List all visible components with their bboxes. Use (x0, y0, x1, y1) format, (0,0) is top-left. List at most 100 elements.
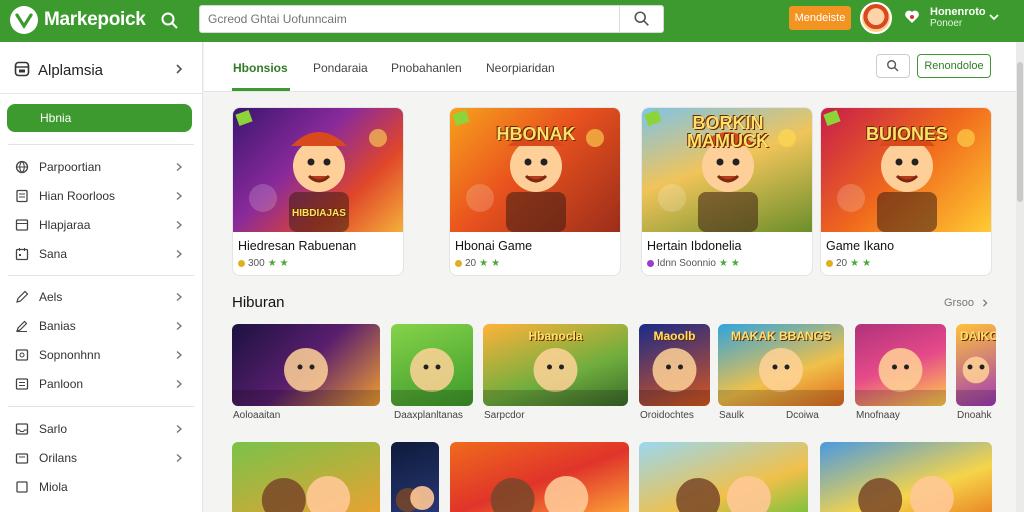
game-label[interactable]: Oroidochtes (640, 410, 694, 421)
game-art-image (676, 476, 771, 512)
sidebar-item[interactable]: Sarlo (0, 416, 203, 442)
rating-value: Idnn Soonnio (657, 258, 716, 269)
tab-bar: Hbonsios Pondaraia Pnobahanlen Neorpiari… (204, 42, 1024, 92)
star-icon: ★ (279, 258, 289, 269)
sidebar-item-label: Sarlo (39, 422, 68, 436)
cta-button[interactable]: Renondoloe (917, 54, 991, 78)
image-icon (15, 349, 29, 361)
chevron-right-icon[interactable] (174, 63, 184, 75)
game-title: Hbonai Game (455, 239, 533, 253)
featured-game-card[interactable]: BORKIN MAMUCK Hertain Ibdonelia Idnn Soo… (641, 107, 813, 276)
game-label[interactable]: Sarpcdor (484, 410, 525, 421)
game-art-title: BORKIN MAMUCK (687, 113, 769, 151)
sidebar-item-label: Banias (39, 319, 76, 333)
scrollbar-thumb[interactable] (1017, 62, 1023, 202)
game-thumbnail-small[interactable]: DAIKCR (956, 324, 996, 406)
sidebar-item[interactable]: Panloon (0, 371, 203, 397)
game-thumbnail[interactable]: BUIONES (821, 108, 991, 232)
sidebar-item[interactable]: Orilans (0, 445, 203, 471)
sidebar-item[interactable]: Aels (0, 284, 203, 310)
game-thumbnail[interactable]: BORKIN MAMUCK (642, 108, 812, 232)
chevron-down-icon[interactable] (988, 12, 1000, 22)
avatar[interactable] (860, 2, 892, 34)
rating-dot (826, 260, 833, 267)
game-thumbnail-small[interactable] (232, 324, 380, 406)
logo[interactable]: Markepoick (10, 6, 146, 34)
user-name[interactable]: Honenroto (930, 6, 986, 18)
folder-icon (15, 453, 29, 464)
edit-icon (16, 320, 28, 332)
rating-dot (238, 260, 245, 267)
inbox-icon (15, 423, 29, 435)
game-thumbnail-small[interactable]: Hbanocla (483, 324, 628, 406)
game-label[interactable]: Saulk (719, 410, 744, 421)
chevron-right-icon (176, 379, 183, 389)
sidebar-item-active[interactable]: Hbnia (7, 104, 192, 132)
sidebar-item[interactable]: Banias (0, 313, 203, 339)
game-label[interactable]: Mnofnaay (856, 410, 900, 421)
game-label[interactable]: Dcoiwa (786, 410, 819, 421)
sidebar-item-label: Hlapjaraa (39, 218, 91, 232)
chevron-right-icon (176, 162, 183, 172)
sidebar-divider (8, 406, 194, 407)
search-input[interactable] (208, 9, 618, 29)
game-meta: 300 ★ ★ (238, 258, 289, 269)
game-label[interactable]: Daaxplanltanas (394, 410, 463, 421)
sidebar-item[interactable]: Hian Roorloos (0, 183, 203, 209)
chevron-right-icon (176, 220, 183, 230)
featured-game-card[interactable]: BUIONES Game Ikano 20 ★ ★ (820, 107, 992, 276)
sidebar: Alplamsia Hbnia Parpoortian Hian Roorloos… (0, 42, 203, 512)
section-title: Hiburan (232, 294, 285, 311)
menu-icon (15, 378, 29, 390)
sidebar-divider (8, 275, 194, 276)
tab-neorpiaridan[interactable]: Neorpiaridan (486, 61, 555, 75)
tab-hbonsios[interactable]: Hbonsios (233, 61, 288, 75)
game-thumbnail[interactable]: HIBDIAJAS (233, 108, 403, 232)
user-subtitle: Ponoer (930, 18, 963, 29)
game-thumbnail-bottom[interactable] (450, 442, 629, 512)
sidebar-item-label: Miola (39, 480, 68, 494)
game-label[interactable]: Aoloaaitan (233, 410, 280, 421)
game-thumbnail-bottom[interactable] (639, 442, 808, 512)
game-thumbnail-small[interactable]: Maoolb (639, 324, 710, 406)
chevron-right-icon[interactable] (981, 298, 989, 308)
see-all-link[interactable]: Grsoo (944, 297, 974, 309)
sidebar-item-label: Panloon (39, 377, 84, 391)
sidebar-item[interactable]: Miola (0, 474, 203, 500)
sidebar-item-label: Aels (39, 290, 63, 304)
rating-dot (455, 260, 462, 267)
game-thumbnail[interactable]: HBONAK (450, 108, 620, 232)
chevron-right-icon (176, 191, 183, 201)
game-art-image (490, 476, 589, 512)
star-icon: ★ (850, 258, 860, 269)
search-icon[interactable] (160, 11, 180, 31)
sidebar-item[interactable]: Sopnonhnn (0, 342, 203, 368)
rating-value: 20 (465, 258, 477, 269)
promo-button[interactable]: Mendeiste (789, 6, 851, 30)
sidebar-item-label: Sana (39, 247, 68, 261)
game-thumbnail-small[interactable] (391, 324, 473, 406)
sidebar-item[interactable]: Hlapjaraa (0, 212, 203, 238)
top-bar: Markepoick Mendeiste Honenroto Ponoer (0, 0, 1024, 42)
game-label[interactable]: Dnoahk (957, 410, 991, 421)
search-button[interactable] (619, 6, 663, 32)
sidebar-header[interactable]: Alplamsia (0, 42, 203, 94)
game-thumbnail-small[interactable] (855, 324, 946, 406)
sidebar-item[interactable]: Sana (0, 241, 203, 267)
calendar-icon (15, 248, 29, 261)
filter-search-button[interactable] (876, 54, 910, 78)
game-thumbnail-small[interactable]: MAKAK BBANGS (718, 324, 844, 406)
tab-pnobahanlen[interactable]: Pnobahanlen (391, 61, 462, 75)
featured-game-card[interactable]: HIBDIAJAS Hiedresan Rabuenan 300 ★ ★ (232, 107, 404, 276)
game-title: Hiedresan Rabuenan (238, 239, 357, 253)
game-thumbnail-bottom[interactable] (820, 442, 992, 512)
tab-pondaraia[interactable]: Pondaraia (313, 61, 368, 75)
featured-game-card[interactable]: HBONAK Hbonai Game 20 ★ ★ (449, 107, 621, 276)
game-thumbnail-bottom[interactable] (232, 442, 380, 512)
sidebar-item[interactable]: Parpoortian (0, 154, 203, 180)
game-art-title: Hbanocla (528, 329, 583, 343)
game-meta: Idnn Soonnio ★ ★ (647, 258, 740, 269)
list-icon (15, 219, 29, 231)
heart-notification-icon[interactable] (903, 8, 921, 26)
game-thumbnail-bottom[interactable] (391, 442, 439, 512)
